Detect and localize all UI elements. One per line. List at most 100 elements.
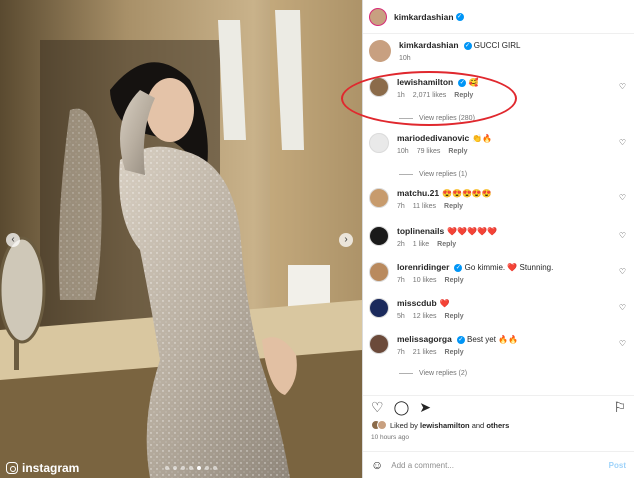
comment-row: lorenridinger ✓ Go kimmie. ❤️ Stunning. 7h… — [369, 262, 628, 284]
author-avatar[interactable] — [369, 7, 387, 26]
carousel-dot — [189, 466, 193, 470]
comment-avatar[interactable] — [369, 298, 389, 318]
post-header: kimkardashian ✓ — [363, 0, 634, 34]
comment-username[interactable]: misscdub — [397, 298, 437, 308]
comment-text: 🥰 — [468, 78, 479, 87]
like-comment-icon[interactable]: ♡ — [619, 138, 626, 147]
view-replies-button[interactable]: View replies (2) — [399, 370, 467, 377]
reply-button[interactable]: Reply — [445, 313, 464, 320]
reply-button[interactable]: Reply — [437, 241, 456, 248]
like-comment-icon[interactable]: ♡ — [619, 303, 626, 312]
post-caption: kimkardashian ✓ GUCCI GIRL 10h — [369, 40, 628, 62]
share-icon[interactable]: ➤ — [419, 400, 431, 414]
reply-button[interactable]: Reply — [448, 148, 467, 155]
liked-by-conj: and — [471, 420, 485, 430]
comment-row: toplinenails ❤️❤️❤️❤️❤️ 2h 1 like Reply ♡ — [369, 226, 628, 248]
comment-avatar[interactable] — [369, 77, 389, 97]
heart-icon[interactable]: ♡ — [371, 400, 384, 414]
liker-avatar — [377, 420, 387, 430]
post-sidebar: kimkardashian ✓ kimkardashian ✓ GUCCI GIR… — [362, 0, 634, 478]
comment-likes[interactable]: 79 likes — [417, 148, 441, 155]
comment-row: melissagorga ✓ Best yet 🔥🔥 7h 21 likes Reply… — [369, 334, 628, 356]
comment-avatar[interactable] — [369, 334, 389, 354]
caption-avatar[interactable] — [369, 40, 391, 62]
next-image-button[interactable]: › — [339, 233, 353, 247]
like-comment-icon[interactable]: ♡ — [619, 231, 626, 240]
reply-button[interactable]: Reply — [454, 92, 473, 99]
previous-image-button[interactable]: ‹ — [6, 233, 20, 247]
comment-time: 10h — [397, 148, 409, 155]
comment-avatar[interactable] — [369, 133, 389, 153]
comment-likes[interactable]: 2,071 likes — [413, 92, 446, 99]
comment-avatar[interactable] — [369, 226, 389, 246]
emoji-icon[interactable]: ☺ — [371, 458, 383, 472]
comment-input[interactable] — [391, 460, 609, 470]
liked-by: Liked by lewishamilton and others — [371, 420, 509, 430]
liked-by-prefix: Liked by — [390, 420, 418, 430]
verified-badge-icon: ✓ — [455, 12, 464, 21]
comment-time: 5h — [397, 313, 405, 320]
comment-text: ❤️❤️❤️❤️❤️ — [447, 227, 498, 236]
comment-likes[interactable]: 1 like — [413, 241, 429, 248]
comment-likes[interactable]: 10 likes — [413, 277, 437, 284]
carousel-dot — [213, 466, 217, 470]
comment-time: 2h — [397, 241, 405, 248]
like-comment-icon[interactable]: ♡ — [619, 193, 626, 202]
comment-username[interactable]: matchu.21 — [397, 188, 439, 198]
carousel-dot — [165, 466, 169, 470]
carousel-dots — [165, 466, 217, 470]
watermark-text: instagram — [22, 461, 80, 475]
reply-button[interactable]: Reply — [445, 349, 464, 356]
comment-text: Best yet 🔥🔥 — [467, 335, 519, 344]
verified-badge-icon: ✓ — [454, 263, 463, 272]
comment-icon[interactable]: ◯ — [394, 400, 410, 414]
reply-button[interactable]: Reply — [445, 277, 464, 284]
carousel-dot — [197, 466, 201, 470]
post-button[interactable]: Post — [609, 461, 626, 470]
instagram-watermark: instagram — [6, 461, 79, 475]
verified-badge-icon: ✓ — [456, 335, 465, 344]
liked-by-user[interactable]: lewishamilton — [420, 421, 470, 430]
like-comment-icon[interactable]: ♡ — [619, 339, 626, 348]
post-image — [0, 0, 362, 478]
comment-text: Go kimmie. ❤️ Stunning. — [464, 263, 554, 272]
comment-likes[interactable]: 21 likes — [413, 349, 437, 356]
bookmark-icon[interactable]: ⚐ — [613, 400, 626, 414]
comment-row: matchu.21 😍😍😍😍😍 7h 11 likes Reply ♡ — [369, 188, 628, 210]
view-replies-button[interactable]: View replies (1) — [399, 171, 467, 178]
comment-username[interactable]: lorenridinger — [397, 262, 449, 272]
like-comment-icon[interactable]: ♡ — [619, 267, 626, 276]
post-timestamp: 10 hours ago — [371, 434, 409, 441]
view-replies-button[interactable]: View replies (280) — [399, 115, 475, 122]
verified-badge-icon: ✓ — [463, 41, 472, 50]
post-photo: ‹ › instagram — [0, 0, 362, 478]
action-bar: ♡ ◯ ➤ ⚐ — [363, 395, 634, 417]
reply-button[interactable]: Reply — [444, 203, 463, 210]
carousel-dot — [181, 466, 185, 470]
author-username[interactable]: kimkardashian — [394, 12, 454, 22]
comment-time: 7h — [397, 349, 405, 356]
liked-by-others[interactable]: others — [486, 421, 509, 430]
carousel-dot — [205, 466, 209, 470]
comment-likes[interactable]: 11 likes — [413, 203, 436, 210]
caption-time: 10h — [399, 55, 411, 62]
comment-username[interactable]: toplinenails — [397, 226, 444, 236]
caption-username[interactable]: kimkardashian — [399, 40, 459, 50]
comment-username[interactable]: lewishamilton — [397, 77, 453, 87]
verified-badge-icon: ✓ — [458, 78, 467, 87]
caption-text: GUCCI GIRL — [473, 41, 521, 50]
instagram-logo-icon — [6, 462, 18, 474]
comment-username[interactable]: melissagorga — [397, 334, 452, 344]
comment-likes[interactable]: 12 likes — [413, 313, 437, 320]
like-comment-icon[interactable]: ♡ — [619, 82, 626, 91]
comment-username[interactable]: mariodedivanovic — [397, 133, 469, 143]
comment-avatar[interactable] — [369, 262, 389, 282]
comment-row: misscdub ❤️ 5h 12 likes Reply ♡ — [369, 298, 628, 320]
comment-row: lewishamilton ✓ 🥰 1h 2,071 likes Reply ♡ — [369, 77, 628, 99]
carousel-dot — [173, 466, 177, 470]
comment-text: 👏🔥 — [472, 134, 493, 143]
comment-text: 😍😍😍😍😍 — [442, 189, 492, 198]
comment-row: mariodedivanovic 👏🔥 10h 79 likes Reply ♡ — [369, 133, 628, 155]
comment-time: 7h — [397, 203, 405, 210]
comment-avatar[interactable] — [369, 188, 389, 208]
